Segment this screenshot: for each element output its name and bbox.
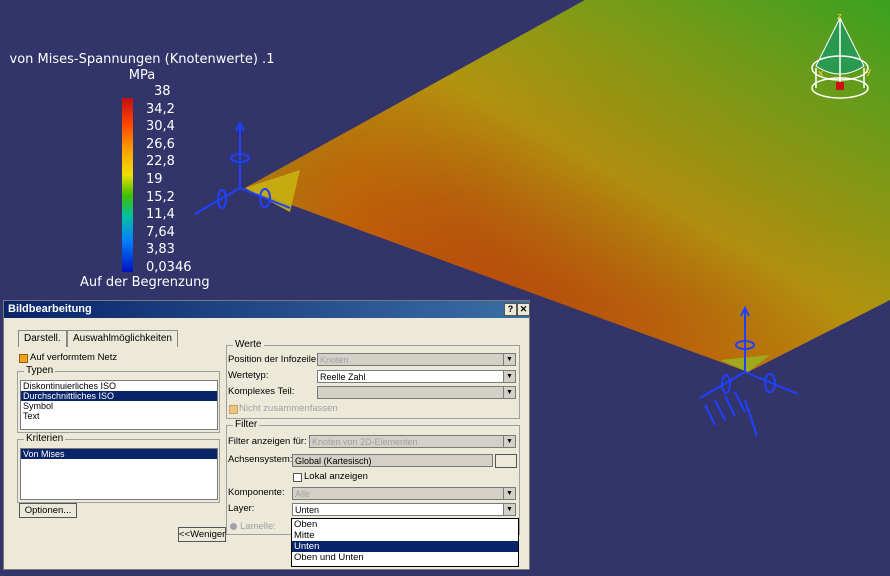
no-combine-label: Nicht zusammenfassen: [239, 403, 338, 414]
legend-tick: 34,2: [146, 101, 175, 117]
layer-value: Unten: [295, 505, 320, 515]
types-group-label: Typen: [24, 365, 56, 377]
less-button[interactable]: <<Weniger: [178, 527, 226, 542]
options-button[interactable]: Optionen...: [19, 503, 77, 518]
local-display-label: Lokal anzeigen: [304, 471, 368, 482]
component-combo[interactable]: Alle ▼: [292, 487, 516, 500]
layer-option[interactable]: Mitte: [292, 530, 518, 541]
compass-y-label: y: [866, 67, 872, 77]
legend-tick: 22,8: [146, 154, 175, 170]
no-combine-checkbox[interactable]: [229, 405, 238, 414]
lamella-label: Lamelle:: [240, 521, 276, 532]
list-item[interactable]: Text: [21, 411, 217, 421]
legend-tick: 30,4: [146, 119, 175, 135]
dialog-title: Bildbearbeitung: [8, 303, 92, 315]
deformed-mesh-label: Auf verformtem Netz: [30, 352, 118, 363]
value-type-combo[interactable]: Reelle Zahl ▼: [317, 370, 516, 383]
color-scale-bar: [122, 98, 133, 272]
axis-system-label: Achsensystem:: [228, 454, 293, 465]
list-item-selected[interactable]: Von Mises: [21, 449, 217, 459]
axis-browse-button[interactable]: [495, 454, 517, 468]
list-item-selected[interactable]: Durchschnittliches ISO: [21, 391, 217, 401]
tab-display[interactable]: Darstell.: [18, 330, 67, 347]
values-group-label: Werte: [233, 339, 264, 351]
types-list[interactable]: Diskontinuierliches ISO Durchschnittlich…: [20, 380, 218, 430]
complex-part-label: Komplexes Teil:: [228, 386, 295, 397]
chevron-down-icon[interactable]: ▼: [503, 387, 515, 398]
info-position-label: Position der Infozeile: [228, 354, 317, 365]
help-button[interactable]: ?: [504, 303, 517, 316]
criteria-list[interactable]: Von Mises: [20, 448, 218, 500]
list-item[interactable]: Symbol: [21, 401, 217, 411]
legend-tick: 3,83: [146, 242, 175, 258]
tab-selection[interactable]: Auswahlmöglichkeiten: [67, 330, 178, 347]
filter-for-combo[interactable]: Knoten von 2D-Elementen ▼: [309, 435, 516, 448]
lamella-radio[interactable]: [230, 523, 237, 530]
local-display-checkbox[interactable]: [293, 473, 302, 482]
component-label: Komponente:: [228, 487, 285, 498]
legend-tick: 38: [154, 84, 171, 99]
filter-for-label: Filter anzeigen für:: [228, 436, 307, 447]
legend-title: von Mises-Spannungen (Knotenwerte) .1: [9, 52, 275, 67]
legend-unit: MPa: [128, 68, 156, 83]
axis-system-field[interactable]: Global (Kartesisch): [292, 454, 493, 467]
layer-option[interactable]: Oben: [292, 519, 518, 530]
chevron-down-icon[interactable]: ▼: [503, 371, 515, 382]
compass-z-label: z: [837, 12, 842, 22]
compass-x-label: x: [818, 69, 824, 79]
axis-system-value: Global (Kartesisch): [295, 456, 372, 466]
chevron-down-icon[interactable]: ▼: [503, 354, 515, 365]
chevron-down-icon[interactable]: ▼: [503, 436, 515, 447]
info-position-value: Knoten: [320, 355, 349, 365]
value-type-value: Reelle Zahl: [320, 372, 366, 382]
compass-icon[interactable]: z x y: [806, 8, 882, 104]
criteria-group-label: Kriterien: [24, 433, 66, 445]
legend-tick: 11,4: [146, 207, 175, 223]
deformed-mesh-checkbox[interactable]: [19, 354, 28, 363]
close-button[interactable]: ✕: [517, 303, 530, 316]
legend-footer: Auf der Begrenzung: [80, 275, 210, 290]
chevron-down-icon[interactable]: ▼: [503, 504, 515, 515]
layer-option[interactable]: Oben und Unten: [292, 552, 518, 563]
list-item[interactable]: Diskontinuierliches ISO: [21, 381, 217, 391]
legend-tick: 0,0346: [146, 260, 192, 275]
filter-for-value: Knoten von 2D-Elementen: [312, 437, 418, 447]
info-position-combo[interactable]: Knoten ▼: [317, 353, 516, 366]
layer-combo[interactable]: Unten ▼: [292, 503, 516, 516]
legend-tick: 26,6: [146, 136, 175, 152]
chevron-down-icon[interactable]: ▼: [503, 488, 515, 499]
complex-part-combo[interactable]: ▼: [317, 386, 516, 399]
layer-label: Layer:: [228, 503, 255, 514]
layer-option-selected[interactable]: Unten: [292, 541, 518, 552]
component-value: Alle: [295, 489, 311, 499]
dialog-titlebar[interactable]: Bildbearbeitung ? ✕: [4, 301, 530, 318]
value-type-label: Wertetyp:: [228, 370, 269, 381]
legend-tick: 7,64: [146, 224, 175, 240]
legend-tick: 19: [146, 172, 163, 187]
legend-tick: 15,2: [146, 189, 175, 205]
filter-group-label: Filter: [233, 419, 260, 431]
layer-dropdown-list[interactable]: Oben Mitte Unten Oben und Unten: [291, 518, 519, 567]
